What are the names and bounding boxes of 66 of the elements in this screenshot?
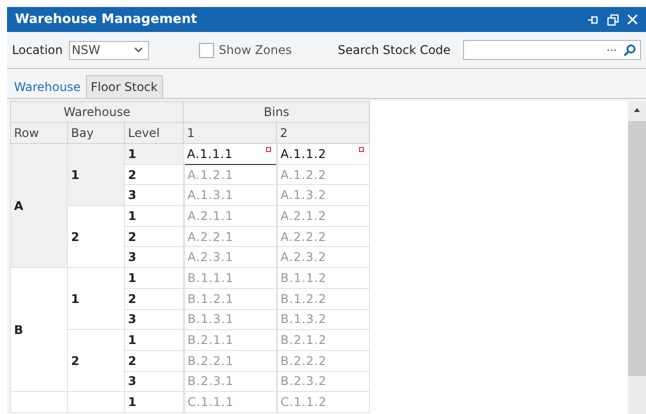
level-cell: 1 bbox=[124, 268, 184, 288]
level-cell: 2 bbox=[124, 350, 184, 372]
level-cell: 1 bbox=[124, 392, 184, 412]
bin-cell[interactable]: B.2.3.1 bbox=[184, 371, 277, 392]
column-header[interactable]: Bay bbox=[68, 122, 124, 144]
chevron-down-icon bbox=[134, 47, 143, 53]
bin-cell[interactable]: A.2.1.2 bbox=[276, 206, 370, 226]
bin-cell[interactable]: B.1.2.1 bbox=[184, 288, 277, 309]
level-cell: 2 bbox=[124, 288, 184, 309]
level-cell: 3 bbox=[124, 246, 184, 268]
bin-cell[interactable]: A.1.2.1 bbox=[184, 164, 277, 185]
bin-cell[interactable]: C.1.1.2 bbox=[276, 392, 370, 412]
row-header-cell: A bbox=[10, 144, 68, 268]
search-label: Search Stock Code bbox=[338, 43, 451, 57]
bin-cell[interactable]: A.2.2.2 bbox=[276, 226, 370, 247]
checkbox-square[interactable] bbox=[198, 42, 214, 58]
location-dropdown[interactable]: NSW bbox=[68, 40, 149, 60]
bin-cell[interactable]: C.1.1.1 bbox=[184, 392, 277, 412]
group-header: Warehouse bbox=[10, 102, 184, 122]
bin-cell[interactable]: A.2.1.1 bbox=[184, 206, 277, 226]
bin-cell[interactable]: A.2.2.1 bbox=[184, 226, 277, 247]
more-button[interactable]: ··· bbox=[606, 44, 617, 56]
level-cell: 1 bbox=[124, 206, 184, 226]
close-icon[interactable] bbox=[627, 14, 638, 25]
bin-cell[interactable]: A.1.3.1 bbox=[184, 184, 277, 206]
bay-cell: 2 bbox=[68, 330, 124, 392]
bay-cell: 1 bbox=[68, 268, 124, 330]
level-cell: 2 bbox=[124, 164, 184, 185]
bin-cell[interactable]: B.2.2.1 bbox=[184, 350, 277, 372]
column-header[interactable]: 1 bbox=[184, 122, 277, 144]
level-cell: 3 bbox=[124, 184, 184, 206]
row-header-cell: B bbox=[10, 268, 68, 392]
bin-cell[interactable]: A.2.3.2 bbox=[276, 246, 370, 268]
bin-cell[interactable]: B.2.1.2 bbox=[276, 330, 370, 350]
search-field[interactable]: ··· bbox=[462, 40, 641, 60]
column-header[interactable]: 2 bbox=[276, 122, 370, 144]
bin-cell[interactable]: B.2.3.2 bbox=[276, 371, 370, 392]
bin-cell[interactable]: B.1.3.1 bbox=[184, 309, 277, 330]
level-cell: 3 bbox=[124, 371, 184, 392]
bin-cell[interactable]: B.2.1.1 bbox=[184, 330, 277, 350]
bay-cell: 2 bbox=[68, 206, 124, 268]
pin-icon[interactable] bbox=[587, 14, 599, 26]
column-header[interactable]: Row bbox=[10, 122, 68, 144]
bin-cell[interactable]: A.1.2.2 bbox=[276, 164, 370, 185]
search-icon[interactable] bbox=[623, 44, 636, 56]
column-header[interactable]: Level bbox=[124, 122, 184, 144]
level-cell: 1 bbox=[124, 144, 184, 164]
bin-cell[interactable]: B.1.1.2 bbox=[276, 268, 370, 288]
level-cell: 3 bbox=[124, 309, 184, 330]
show-zones-checkbox[interactable]: Show Zones bbox=[198, 42, 292, 58]
bin-cell[interactable]: A.2.3.1 bbox=[184, 246, 277, 268]
bin-cell[interactable]: B.1.3.2 bbox=[276, 309, 370, 330]
location-label: Location bbox=[12, 43, 63, 57]
bin-cell[interactable]: B.2.2.2 bbox=[276, 350, 370, 372]
bay-cell: 1 bbox=[68, 144, 124, 206]
bin-cell[interactable]: B.1.2.2 bbox=[276, 288, 370, 309]
bin-cell[interactable]: A.1.3.2 bbox=[276, 184, 370, 206]
window-title: Warehouse Management bbox=[15, 12, 198, 27]
bin-cell[interactable]: B.1.1.1 bbox=[184, 268, 277, 288]
bin-cell[interactable]: A.1.1.2 bbox=[276, 144, 370, 164]
group-header: Bins bbox=[184, 102, 370, 122]
restore-icon[interactable] bbox=[607, 14, 619, 26]
level-cell: 1 bbox=[124, 330, 184, 350]
tab[interactable]: Floor Stock bbox=[86, 75, 163, 98]
level-cell: 2 bbox=[124, 226, 184, 247]
vertical-scrollbar[interactable] bbox=[628, 101, 646, 414]
